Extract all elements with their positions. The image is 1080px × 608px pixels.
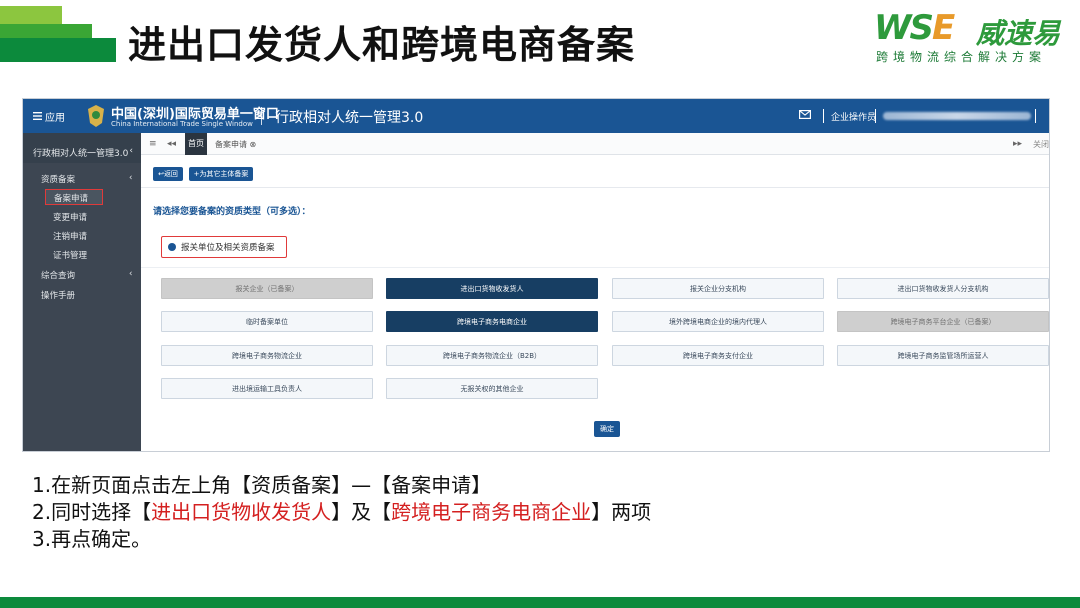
qualification-option-button[interactable]: 跨境电子商务物流企业 [161,345,373,366]
chevron-left-icon: ‹ [129,173,133,183]
confirm-button[interactable]: 确定 [594,421,620,437]
sidebar-title[interactable]: 行政相对人统一管理3.0 ‹ [23,133,141,163]
qualification-option-button[interactable]: 进出口货物收发货人分支机构 [837,278,1049,299]
operator-label[interactable]: 企业操作员 [831,110,876,123]
tab-prev-icon[interactable]: ◂◂ [167,139,176,149]
system-name: 行政相对人统一管理3.0 [275,110,424,126]
qualification-option-button[interactable]: 报关企业（已备案） [161,278,373,299]
app-window: 应用 中国(深圳)国际贸易单一窗口 China International Tr… [22,98,1050,452]
qualification-option-button[interactable]: 无报关权的其他企业 [386,378,598,399]
sidebar-subitem-change-application[interactable]: 变更申请 [53,211,87,223]
back-button[interactable]: ↩ 返回 [153,167,183,181]
footer-bar [0,597,1080,608]
qualification-option-button[interactable]: 境外跨境电商企业的境内代理人 [612,311,824,332]
sidebar-item-comprehensive-query[interactable]: 综合查询 ‹ [41,269,132,281]
qualification-option-button[interactable]: 跨境电子商务监管场所运营人 [837,345,1049,366]
app-menu-label: 应用 [45,112,65,124]
site-name-en: China International Trade Single Window [111,120,253,128]
site-emblem-icon [88,105,104,127]
filing-type-option[interactable]: 报关单位及相关资质备案 [161,236,287,258]
file-for-other-entity-button[interactable]: + 为其它主体备案 [189,167,253,181]
topbar-divider [261,107,262,125]
header-decoration-bar [0,6,62,24]
logo-mark: WSE [874,8,955,48]
tab-next-icon[interactable]: ▸▸ [1013,139,1022,149]
logo-slogan: 跨境物流综合解决方案 [876,50,1047,64]
instruction-line-1: 1.在新页面点击左上角【资质备案】—【备案申请】 [32,473,492,497]
radio-selected-icon [168,243,176,251]
qualification-option-button[interactable]: 临时备案单位 [161,311,373,332]
tab-menu-icon[interactable]: ≡ [149,139,157,149]
header-decoration-bar [0,38,116,62]
sidebar-subitem-certificate-management[interactable]: 证书管理 [53,249,87,261]
qualification-option-button[interactable]: 进出口货物收发货人 [386,278,598,299]
qualification-option-button[interactable]: 跨境电子商务平台企业（已备案） [837,311,1049,332]
app-menu-button[interactable]: 应用 [29,106,69,126]
header-decoration-bar [0,24,92,38]
sidebar-item-qualification-filing[interactable]: 资质备案 ‹ [41,173,132,185]
tab-filing-application[interactable]: 备案申请 ⊗ [215,139,256,150]
sidebar-subitem-cancel-application[interactable]: 注销申请 [53,230,87,242]
tab-close-button[interactable]: 关闭 [1033,139,1049,150]
sidebar-subitem-filing-application[interactable]: 备案申请 [45,189,103,205]
app-topbar: 应用 中国(深圳)国际贸易单一窗口 China International Tr… [23,99,1049,133]
topbar-divider [823,109,824,123]
qualification-option-button[interactable]: 跨境电子商务电商企业 [386,311,598,332]
topbar-divider [875,109,876,123]
close-icon[interactable]: ⊗ [250,140,257,149]
qualification-option-button[interactable]: 跨境电子商务物流企业（B2B） [386,345,598,366]
qualification-prompt: 请选择您要备案的资质类型（可多选）： [153,207,311,217]
qualification-option-button[interactable]: 报关企业分支机构 [612,278,824,299]
instruction-line-3: 3.再点确定。 [32,527,152,551]
sidebar-item-operation-manual[interactable]: 操作手册 [41,289,75,301]
app-sidebar: 行政相对人统一管理3.0 ‹ 资质备案 ‹ 备案申请 变更申请 注销申请 证书管… [23,133,141,451]
hamburger-icon [33,112,42,120]
slide-title: 进出口发货人和跨境电商备案 [128,23,636,67]
logo-chinese-name: 威速易 [976,17,1061,50]
divider [141,187,1049,188]
company-logo: WSE 威速易 跨境物流综合解决方案 [874,8,1064,64]
masked-user-name [883,112,1031,120]
qualification-option-button[interactable]: 跨境电子商务支付企业 [612,345,824,366]
chevron-left-icon: ‹ [129,146,133,156]
instruction-line-2: 2.同时选择【进出口货物收发货人】及【跨境电子商务电商企业】两项 [32,500,652,524]
instructions: 1.在新页面点击左上角【资质备案】—【备案申请】 2.同时选择【进出口货物收发货… [32,472,651,553]
qualification-option-button[interactable]: 进出境运输工具负责人 [161,378,373,399]
tab-bar: ≡ ◂◂ 首页 备案申请 ⊗ ▸▸ 关闭 [141,133,1049,155]
chevron-left-icon: ‹ [129,269,133,279]
tab-home[interactable]: 首页 [185,133,207,155]
divider [141,267,1049,268]
topbar-divider [1035,109,1036,123]
mail-icon[interactable] [799,110,811,119]
